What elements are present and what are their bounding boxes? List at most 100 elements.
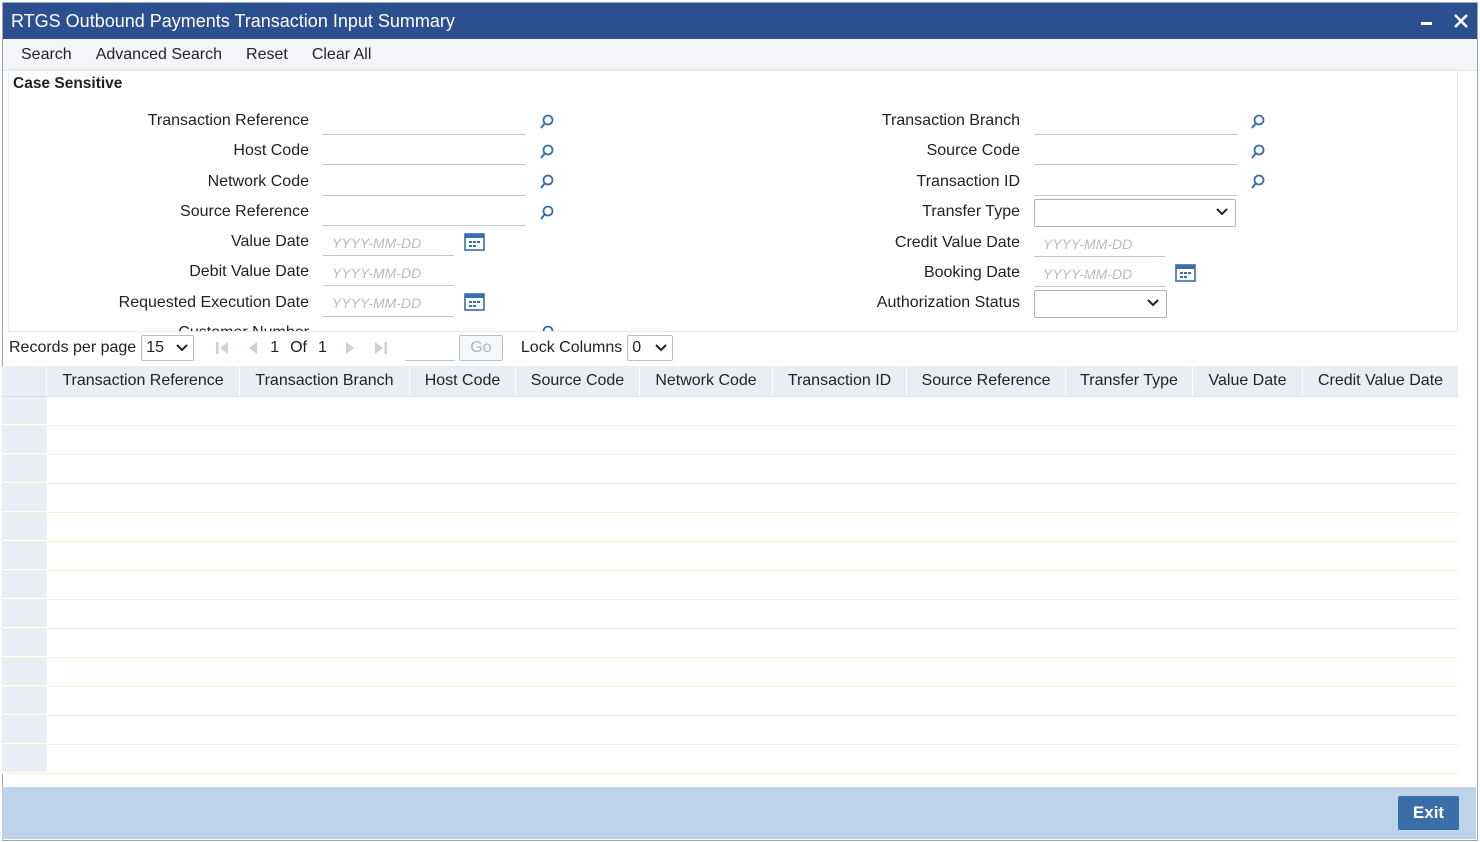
column-header[interactable]: Credit Value Date: [1303, 366, 1458, 396]
table-row[interactable]: [2, 426, 1458, 455]
authorization-status-select[interactable]: [1034, 290, 1167, 318]
row-select-cell[interactable]: [2, 629, 47, 657]
reset-button[interactable]: Reset: [234, 46, 300, 64]
table-row[interactable]: [2, 571, 1458, 600]
chevron-down-icon: [655, 344, 667, 352]
calendar-icon[interactable]: [1175, 263, 1197, 283]
table-row[interactable]: [2, 745, 1458, 774]
transfer-type-select[interactable]: [1034, 199, 1236, 227]
host-code-input[interactable]: [323, 142, 526, 165]
row-select-cell[interactable]: [2, 455, 47, 483]
search-icon[interactable]: [539, 144, 555, 160]
credit-value-date-placeholder: YYYY-MM-DD: [1043, 236, 1133, 252]
search-icon[interactable]: [539, 114, 555, 130]
first-page-icon[interactable]: [214, 340, 230, 356]
lock-columns-label: Lock Columns: [520, 339, 623, 356]
search-form: Case Sensitive Transaction Reference Hos…: [8, 68, 1458, 332]
row-select-cell[interactable]: [2, 687, 47, 715]
row-select-cell[interactable]: [2, 658, 47, 686]
transaction-reference-input[interactable]: [323, 112, 526, 135]
select-all-cell[interactable]: [2, 366, 47, 396]
column-header[interactable]: Host Code: [410, 366, 516, 396]
records-per-page-value: 15: [146, 339, 164, 356]
column-header[interactable]: Value Date: [1193, 366, 1303, 396]
table-row[interactable]: [2, 484, 1458, 513]
previous-page-icon[interactable]: [246, 340, 260, 356]
grid-header: Transaction Reference Transaction Branch…: [2, 366, 1458, 397]
transfer-type-label: Transfer Type: [922, 203, 1020, 220]
table-row[interactable]: [2, 658, 1458, 687]
requested-execution-date-placeholder: YYYY-MM-DD: [332, 295, 422, 311]
records-per-page-label: Records per page: [9, 339, 137, 356]
minimize-icon[interactable]: [1419, 13, 1435, 29]
column-header[interactable]: Source Reference: [907, 366, 1066, 396]
transaction-id-label: Transaction ID: [916, 173, 1020, 190]
table-row[interactable]: [2, 397, 1458, 426]
of-label: Of: [290, 339, 307, 356]
column-header[interactable]: Source Code: [516, 366, 640, 396]
value-date-placeholder: YYYY-MM-DD: [332, 235, 422, 251]
chevron-down-icon: [1216, 208, 1228, 216]
source-reference-input[interactable]: [323, 203, 526, 226]
column-header[interactable]: Transaction ID: [773, 366, 907, 396]
row-select-cell[interactable]: [2, 600, 47, 628]
source-code-input[interactable]: [1034, 142, 1237, 165]
next-page-icon[interactable]: [343, 340, 357, 356]
row-select-cell[interactable]: [2, 426, 47, 454]
grid-body: [2, 397, 1458, 774]
advanced-search-button[interactable]: Advanced Search: [84, 46, 234, 64]
row-select-cell[interactable]: [2, 571, 47, 599]
search-icon[interactable]: [539, 174, 555, 190]
window-title: RTGS Outbound Payments Transaction Input…: [11, 10, 455, 31]
goto-page-input[interactable]: [404, 336, 455, 361]
source-reference-label: Source Reference: [180, 203, 309, 220]
go-button[interactable]: Go: [458, 335, 503, 361]
transaction-id-input[interactable]: [1034, 173, 1237, 196]
table-row[interactable]: [2, 513, 1458, 542]
calendar-icon[interactable]: [464, 232, 486, 252]
row-select-cell[interactable]: [2, 716, 47, 744]
column-header[interactable]: Transfer Type: [1066, 366, 1193, 396]
search-button[interactable]: Search: [9, 46, 84, 64]
requested-execution-date-label: Requested Execution Date: [118, 294, 309, 311]
row-select-cell[interactable]: [2, 397, 47, 425]
exit-button[interactable]: Exit: [1398, 796, 1459, 830]
table-row[interactable]: [2, 455, 1458, 484]
last-page-icon[interactable]: [373, 340, 389, 356]
pagination-bar: Records per page 15 1 Of 1 Go Lock Colum…: [2, 331, 1476, 365]
row-select-cell[interactable]: [2, 484, 47, 512]
network-code-label: Network Code: [207, 173, 309, 190]
action-toolbar: Search Advanced Search Reset Clear All: [3, 39, 1477, 71]
host-code-label: Host Code: [233, 142, 309, 159]
column-header[interactable]: Network Code: [640, 366, 773, 396]
search-icon[interactable]: [1250, 144, 1266, 160]
booking-date-placeholder: YYYY-MM-DD: [1043, 266, 1133, 282]
booking-date-label: Booking Date: [923, 264, 1020, 281]
clear-all-button[interactable]: Clear All: [300, 46, 384, 64]
table-row[interactable]: [2, 542, 1458, 571]
row-select-cell[interactable]: [2, 745, 47, 773]
network-code-input[interactable]: [323, 173, 526, 196]
column-header[interactable]: Transaction Reference: [47, 366, 240, 396]
search-icon[interactable]: [539, 205, 555, 221]
lock-columns-select[interactable]: 0: [627, 335, 674, 361]
table-row[interactable]: [2, 687, 1458, 716]
close-icon[interactable]: [1453, 13, 1469, 29]
row-select-cell[interactable]: [2, 542, 47, 570]
row-select-cell[interactable]: [2, 513, 47, 541]
search-icon[interactable]: [1250, 114, 1266, 130]
table-row[interactable]: [2, 629, 1458, 658]
table-row[interactable]: [2, 716, 1458, 745]
debit-value-date-placeholder: YYYY-MM-DD: [332, 265, 422, 281]
transaction-branch-input[interactable]: [1034, 112, 1237, 135]
table-row[interactable]: [2, 600, 1458, 629]
source-code-label: Source Code: [926, 142, 1020, 159]
search-icon[interactable]: [1250, 174, 1266, 190]
total-pages: 1: [317, 339, 327, 356]
results-grid: Transaction Reference Transaction Branch…: [2, 366, 1458, 774]
chevron-down-icon: [176, 344, 188, 352]
column-header[interactable]: Transaction Branch: [240, 366, 410, 396]
calendar-icon[interactable]: [464, 292, 486, 312]
records-per-page-select[interactable]: 15: [141, 335, 195, 361]
title-bar: RTGS Outbound Payments Transaction Input…: [3, 3, 1477, 39]
